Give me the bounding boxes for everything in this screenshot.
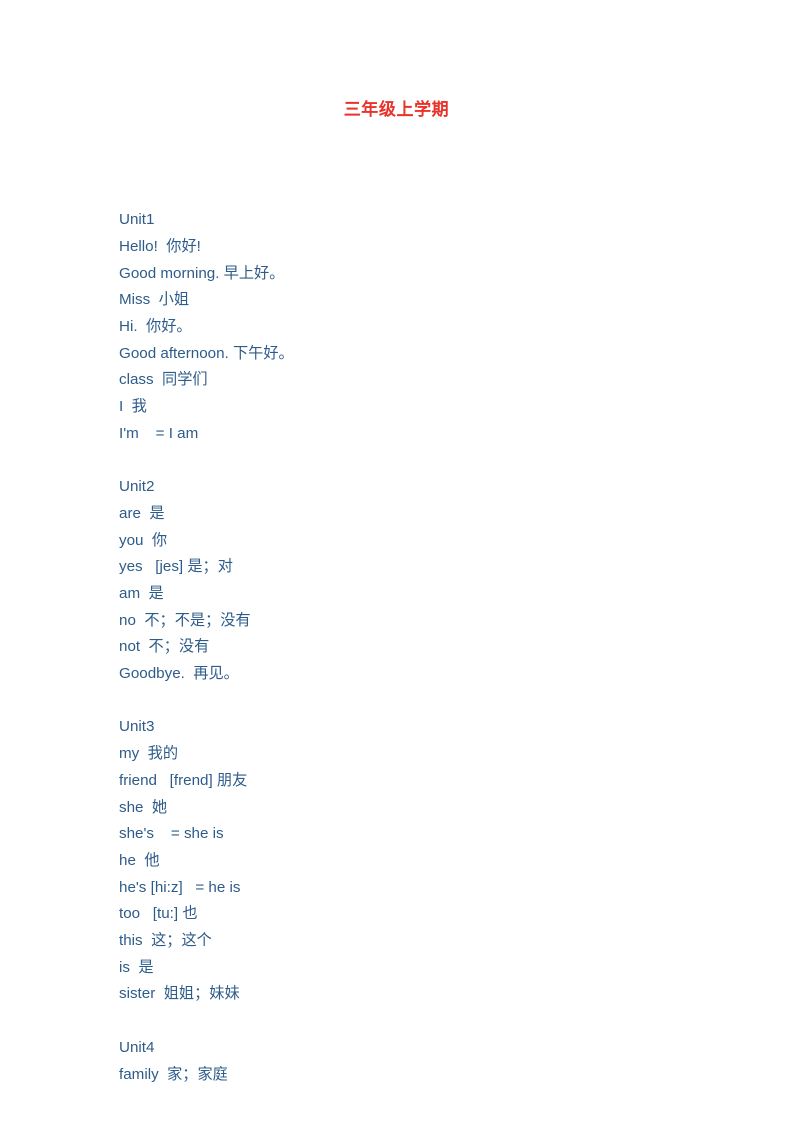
vocabulary-line: family 家；家庭 — [119, 1065, 228, 1083]
vocabulary-line: Goodbye. 再见。 — [119, 665, 239, 683]
vocabulary-line: Good morning. 早上好。 — [119, 264, 285, 282]
vocabulary-line: he 他 — [119, 851, 160, 869]
vocabulary-line: too [tu:] 也 — [119, 905, 198, 923]
vocabulary-line: you 你 — [119, 531, 168, 549]
unit-heading: Unit3 — [119, 718, 155, 736]
vocabulary-line: are 是 — [119, 504, 165, 522]
vocabulary-line: is 是 — [119, 958, 154, 976]
unit-group: Unit1 Hello! 你好! Good morning. 早上好。 Miss 小姐… — [119, 207, 719, 447]
vocabulary-line: Hello! 你好! — [119, 237, 201, 255]
unit-group: Unit2 are 是 you 你 yes [jes] 是；对 am 是 no 不；不是；… — [119, 474, 719, 688]
vocabulary-body: Unit1 Hello! 你好! Good morning. 早上好。 Miss 小姐… — [119, 127, 719, 1088]
vocabulary-line: no 不；不是；没有 — [119, 611, 251, 629]
vocabulary-line: Good afternoon. 下午好。 — [119, 344, 294, 362]
vocabulary-line: Miss 小姐 — [119, 291, 190, 309]
page-title: 三年级上学期 — [343, 100, 450, 120]
vocabulary-line: she's = she is — [119, 825, 224, 843]
unit-heading: Unit1 — [119, 211, 155, 229]
vocabulary-line: this 这；这个 — [119, 932, 212, 950]
vocabulary-line: yes [jes] 是；对 — [119, 558, 233, 576]
unit-group: Unit3 my 我的 friend [frend] 朋友 she 她 she's = … — [119, 714, 719, 1008]
vocabulary-line: class 同学们 — [119, 371, 208, 389]
vocabulary-line: I 我 — [119, 398, 147, 416]
vocabulary-line: not 不；没有 — [119, 638, 210, 656]
unit-group: Unit4 family 家；家庭 — [119, 1035, 719, 1088]
vocabulary-line: sister 姐姐；妹妹 — [119, 985, 240, 1003]
vocabulary-line: my 我的 — [119, 745, 179, 763]
unit-heading: Unit2 — [119, 478, 155, 496]
vocabulary-line: am 是 — [119, 584, 164, 602]
vocabulary-line: I'm = I am — [119, 424, 199, 442]
vocabulary-line: Hi. 你好。 — [119, 317, 192, 335]
vocabulary-line: he's [hi:z] = he is — [119, 878, 241, 896]
document-page: 三年级上学期 Unit1 Hello! 你好! Good morning. 早上好。… — [0, 0, 793, 1122]
unit-heading: Unit4 — [119, 1038, 155, 1056]
vocabulary-line: friend [frend] 朋友 — [119, 771, 248, 789]
vocabulary-line: she 她 — [119, 798, 168, 816]
